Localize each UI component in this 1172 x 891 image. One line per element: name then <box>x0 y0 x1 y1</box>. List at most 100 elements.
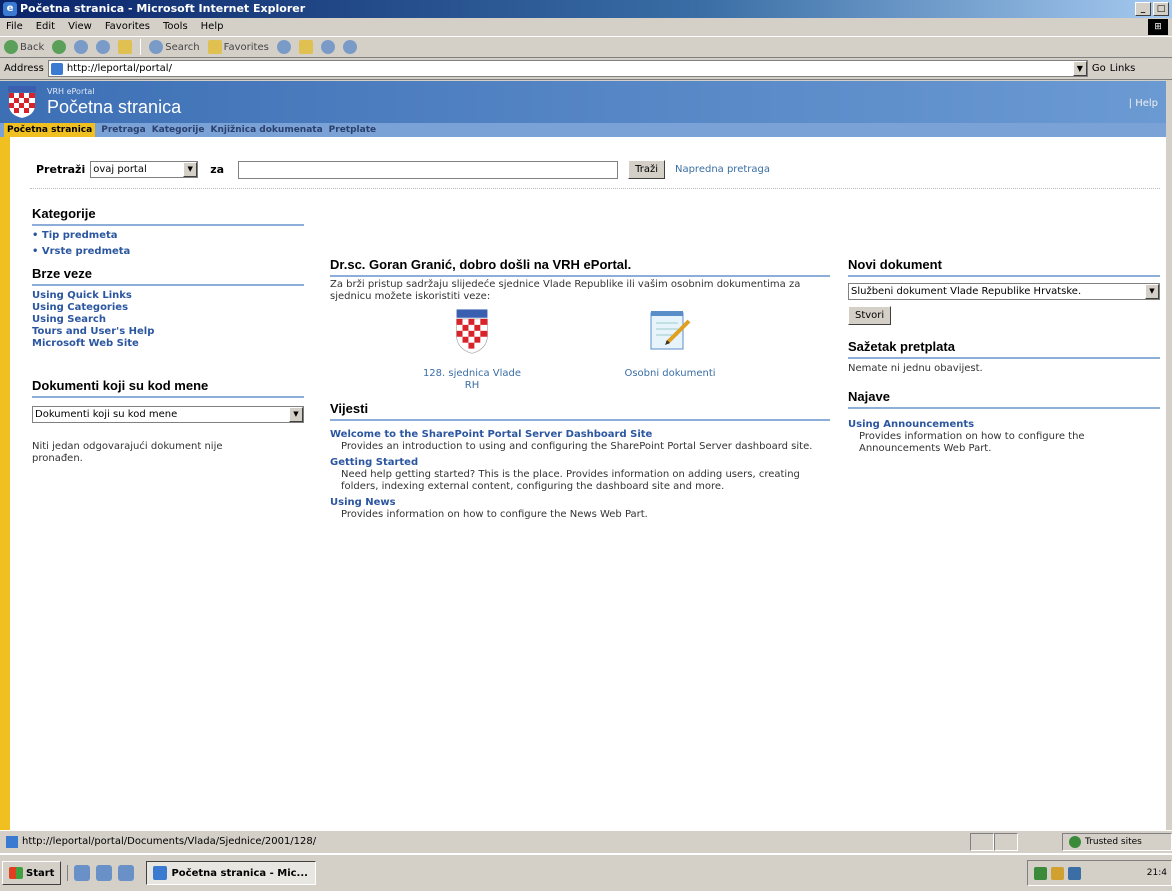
croatian-crest-icon <box>8 86 36 118</box>
news-link[interactable]: Getting Started <box>330 457 830 469</box>
favorites-button[interactable]: Favorites <box>207 40 269 54</box>
history-button[interactable] <box>276 40 291 54</box>
category-link-type[interactable]: • Tip predmeta <box>32 228 304 244</box>
menu-bar: File Edit View Favorites Tools Help ⊞ <box>0 18 1172 36</box>
search-input[interactable] <box>238 160 619 179</box>
categories-title: Kategorije <box>32 206 304 226</box>
address-dropdown-icon[interactable]: ▼ <box>1072 61 1087 76</box>
menu-view[interactable]: View <box>68 18 92 36</box>
announcements-title: Najave <box>848 389 1160 409</box>
address-url: http://leportal/portal/ <box>66 63 172 74</box>
session-link[interactable]: 128. sjednica Vlade RH <box>422 309 522 392</box>
browser-window: e Početna stranica - Microsoft Internet … <box>0 0 1172 891</box>
scrollbar[interactable] <box>1166 81 1172 830</box>
left-column: Kategorije • Tip predmeta • Vrste predme… <box>32 206 304 465</box>
print-button[interactable] <box>320 40 335 54</box>
nav-search[interactable]: Pretraga <box>101 123 145 137</box>
edit-button[interactable] <box>342 40 357 54</box>
back-arrow-icon <box>4 40 18 54</box>
taskbar: Start Početna stranica - Mic... 21:4 <box>0 853 1172 891</box>
no-documents-text: Niti jedan odgovarajući dokument nije pr… <box>32 441 223 464</box>
croatian-crest-icon <box>456 309 488 354</box>
announcement-text: Provides information on how to configure… <box>859 431 1085 454</box>
windows-logo-icon: ⊞ <box>1148 19 1168 35</box>
status-bar: http://leportal/portal/Documents/Vlada/S… <box>0 830 1172 852</box>
news-item: Welcome to the SharePoint Portal Server … <box>330 429 830 453</box>
tray-icon[interactable] <box>1068 866 1081 880</box>
system-tray: 21:4 <box>1027 860 1172 886</box>
stop-button[interactable] <box>74 40 89 54</box>
welcome-title: Dr.sc. Goran Granić, dobro došli na VRH … <box>330 257 830 277</box>
subscriptions-text: Nemate ni jednu obavijest. <box>848 363 983 374</box>
nav-document-library[interactable]: Knjižnica dokumenata <box>210 123 322 137</box>
page-icon <box>6 835 18 848</box>
search-icon <box>149 40 164 54</box>
refresh-button[interactable] <box>96 40 111 54</box>
quick-link[interactable]: Using Search <box>32 314 304 326</box>
menu-favorites[interactable]: Favorites <box>105 18 150 36</box>
quick-links-title: Brze veze <box>32 266 304 286</box>
quick-link[interactable]: Using Quick Links <box>32 290 304 302</box>
mail-icon <box>298 40 313 54</box>
quick-link[interactable]: Using Categories <box>32 302 304 314</box>
search-scope-select[interactable]: ovaj portal ▼ <box>90 161 199 178</box>
desktop-icon[interactable] <box>74 865 91 881</box>
home-button[interactable] <box>118 40 133 54</box>
quick-links-list: Using Quick Links Using Categories Using… <box>32 290 304 350</box>
document-type-select[interactable]: Službeni dokument Vlade Republike Hrvats… <box>848 283 1160 300</box>
address-input[interactable]: http://leportal/portal/ ▼ <box>47 60 1088 77</box>
page-icon <box>50 62 63 75</box>
links-button[interactable]: Links <box>1110 63 1136 74</box>
clock: 21:4 <box>1146 868 1167 878</box>
divider <box>30 188 1160 189</box>
ie-icon[interactable] <box>96 865 113 881</box>
news-item: Getting Started Need help getting starte… <box>330 457 830 493</box>
taskbar-ie-window[interactable]: Početna stranica - Mic... <box>146 861 317 885</box>
search-button[interactable]: Search <box>149 40 200 54</box>
search-button-portal[interactable]: Traži <box>628 160 665 179</box>
search-label: Pretraži <box>36 163 86 176</box>
news-text: Provides an introduction to using and co… <box>341 441 813 452</box>
forward-button[interactable] <box>52 40 67 54</box>
quick-link[interactable]: Tours and User's Help <box>32 326 304 338</box>
news-link[interactable]: Using News <box>330 497 830 509</box>
security-zone: Trusted sites <box>1062 832 1172 851</box>
quick-link[interactable]: Microsoft Web Site <box>32 338 304 350</box>
advanced-search-link[interactable]: Napredna pretraga <box>675 164 770 175</box>
maximize-button[interactable]: □ <box>1153 2 1169 16</box>
news-link[interactable]: Welcome to the SharePoint Portal Server … <box>330 429 830 441</box>
standard-toolbar: Back Search Favorites <box>0 36 1172 58</box>
go-button[interactable]: Go <box>1092 63 1106 74</box>
nav-categories[interactable]: Kategorije <box>152 123 205 137</box>
welcome-text: Za brži pristup sadržaju slijedeće sjedn… <box>330 279 801 302</box>
menu-tools[interactable]: Tools <box>163 18 188 36</box>
menu-help[interactable]: Help <box>201 18 224 36</box>
ie-icon: e <box>3 2 17 16</box>
minimize-button[interactable]: _ <box>1135 2 1151 16</box>
menu-edit[interactable]: Edit <box>36 18 55 36</box>
my-documents-select[interactable]: Dokumenti koji su kod mene ▼ <box>32 406 304 423</box>
news-title: Vijesti <box>330 401 830 421</box>
category-link-kind[interactable]: • Vrste predmeta <box>32 244 304 260</box>
site-name: VRH ePortal <box>47 87 95 96</box>
window-title: Početna stranica - Microsoft Internet Ex… <box>20 2 306 15</box>
help-link[interactable]: | Help <box>1129 98 1158 109</box>
tray-icon[interactable] <box>1034 866 1047 880</box>
portal-banner: VRH ePortal Početna stranica | Help <box>0 81 1166 123</box>
announcement-link[interactable]: Using Announcements <box>848 419 1160 431</box>
mail-button[interactable] <box>298 40 313 54</box>
menu-file[interactable]: File <box>6 18 23 36</box>
outlook-icon[interactable] <box>118 865 135 881</box>
personal-documents-link[interactable]: Osobni dokumenti <box>610 307 730 380</box>
tray-icon[interactable] <box>1051 866 1064 880</box>
start-button[interactable]: Start <box>2 861 62 885</box>
nav-home[interactable]: Početna stranica <box>4 123 96 137</box>
status-cell <box>970 832 994 851</box>
create-button[interactable]: Stvori <box>848 306 892 325</box>
history-icon <box>276 40 291 54</box>
window-controls: _ □ <box>1135 2 1169 16</box>
chevron-down-icon: ▼ <box>1145 284 1159 299</box>
back-button[interactable]: Back <box>4 40 44 54</box>
subscriptions-title: Sažetak pretplata <box>848 339 1160 359</box>
nav-subscriptions[interactable]: Pretplate <box>329 123 376 137</box>
